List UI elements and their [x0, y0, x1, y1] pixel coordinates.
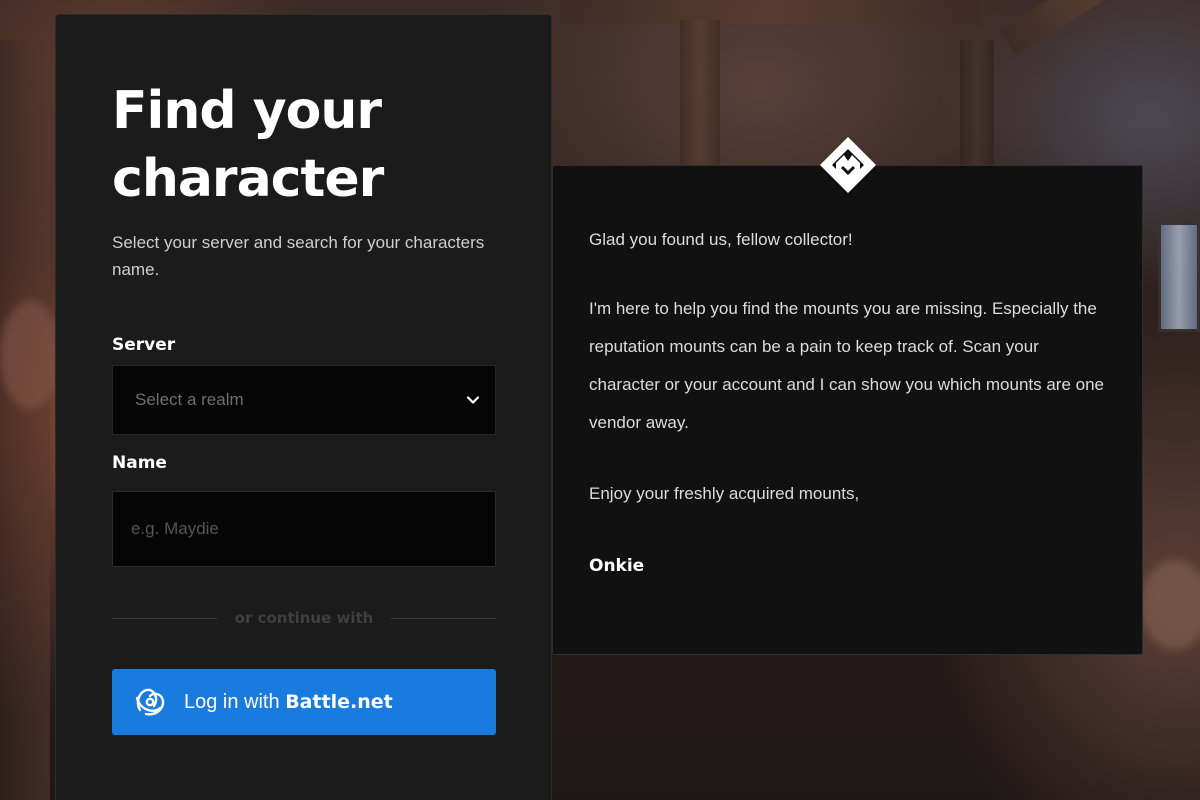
welcome-message-panel: Glad you found us, fellow collector! I'm…: [552, 165, 1143, 655]
server-select[interactable]: Select a realm: [112, 365, 496, 435]
background-beam: [0, 40, 50, 800]
message-greeting: Glad you found us, fellow collector!: [589, 230, 853, 249]
battlenet-button-prefix: Log in with: [184, 690, 280, 713]
battlenet-login-button[interactable]: Log in with Battle.net: [112, 669, 496, 735]
divider-line: [112, 617, 217, 619]
background-beam: [1000, 0, 1169, 56]
message-signature: Onkie: [589, 556, 645, 576]
background-character: [0, 300, 60, 410]
battlenet-brand-text: Battle.net: [285, 690, 393, 713]
background-shield: [1158, 222, 1200, 332]
divider-line: [391, 617, 496, 619]
page-title: Find your character: [112, 81, 384, 209]
character-name-input[interactable]: [112, 491, 496, 567]
battlenet-button-label: Log in with Battle.net: [184, 691, 393, 714]
background-beam: [560, 0, 980, 24]
character-search-card: Find your character Select your server a…: [55, 14, 552, 800]
server-label: Server: [112, 335, 176, 355]
divider-text: or continue with: [234, 609, 374, 627]
message-closing: Enjoy your freshly acquired mounts,: [589, 484, 860, 503]
server-select-value: Select a realm: [135, 390, 244, 409]
name-label: Name: [112, 453, 167, 473]
background-object: [1140, 560, 1200, 650]
divider: or continue with: [112, 609, 496, 627]
message-body: I'm here to help you find the mounts you…: [589, 299, 1105, 432]
chevron-down-icon: [466, 396, 480, 404]
diamond-m-logo-icon: [820, 137, 876, 193]
page-subtitle: Select your server and search for your c…: [112, 233, 485, 279]
battlenet-logo-icon: [135, 688, 165, 716]
